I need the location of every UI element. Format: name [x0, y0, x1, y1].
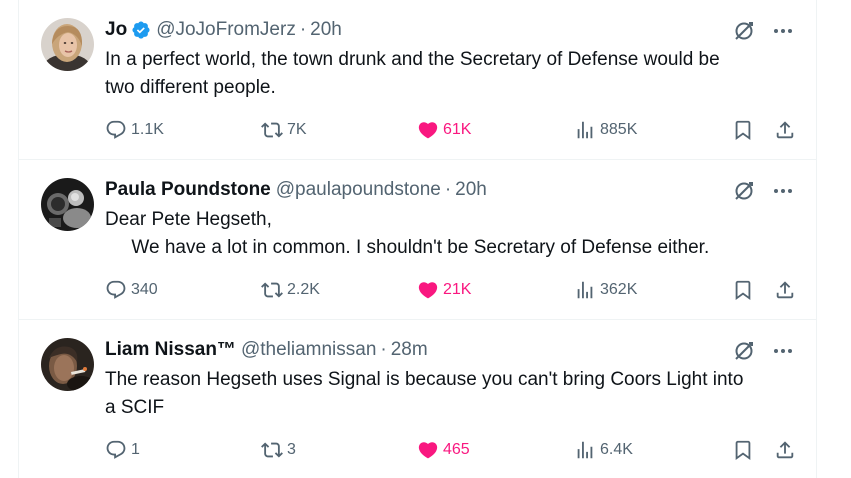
retweet-icon — [261, 122, 283, 138]
user-handle[interactable]: @JoJoFromJerz — [156, 18, 296, 42]
reply-icon — [106, 120, 126, 139]
retweet-icon — [261, 442, 283, 458]
share-button[interactable] — [774, 116, 796, 144]
display-name[interactable]: Liam Nissan™ — [105, 338, 236, 362]
grok-icon[interactable] — [733, 20, 755, 42]
user-handle[interactable]: @paulapoundstone — [276, 178, 441, 202]
heart-filled-icon — [418, 282, 438, 299]
avatar[interactable] — [41, 178, 94, 231]
like-count: 21K — [443, 281, 472, 298]
like-button[interactable]: 21K — [417, 276, 471, 304]
tweet[interactable]: Liam Nissan™ @theliamnissan · 28m The re… — [19, 320, 816, 478]
reply-icon — [106, 440, 126, 459]
user-handle[interactable]: @theliamnissan — [241, 338, 376, 362]
views-chart-icon — [577, 441, 593, 459]
avatar[interactable] — [41, 18, 94, 71]
share-icon — [776, 121, 794, 139]
reply-button[interactable]: 1.1K — [105, 116, 164, 144]
share-icon — [776, 281, 794, 299]
tweet-actions: 340 2.2K 21K 362K — [105, 276, 805, 304]
bookmark-icon — [735, 280, 751, 301]
bookmark-button[interactable] — [732, 116, 754, 144]
more-icon[interactable] — [772, 22, 794, 40]
views-count: 6.4K — [600, 441, 633, 458]
reply-count: 1 — [131, 441, 140, 458]
avatar[interactable] — [41, 338, 94, 391]
separator-dot: · — [380, 339, 387, 360]
retweet-count: 7K — [287, 121, 307, 138]
bookmark-button[interactable] — [732, 436, 754, 464]
tweet-actions: 1 3 465 6.4K — [105, 436, 805, 464]
views-button[interactable]: 362K — [574, 276, 637, 304]
tweet-header: Paula Poundstone @paulapoundstone · 20h — [105, 178, 487, 202]
like-count: 465 — [443, 441, 470, 458]
reply-button[interactable]: 340 — [105, 276, 158, 304]
retweet-button[interactable]: 2.2K — [261, 276, 320, 304]
tweet-header: Jo @JoJoFromJerz · 20h — [105, 18, 342, 42]
tweet-text: Dear Pete Hegseth, We have a lot in comm… — [105, 209, 710, 258]
display-name[interactable]: Paula Poundstone — [105, 178, 271, 202]
reply-count: 340 — [131, 281, 158, 298]
timestamp[interactable]: 20h — [455, 178, 487, 202]
views-count: 885K — [600, 121, 638, 138]
bookmark-button[interactable] — [732, 276, 754, 304]
tweet-text: In a perfect world, the town drunk and t… — [105, 49, 720, 98]
grok-icon[interactable] — [733, 180, 755, 202]
share-button[interactable] — [774, 436, 796, 464]
views-chart-icon — [577, 121, 593, 139]
reply-icon — [106, 280, 126, 299]
separator-dot: · — [299, 19, 307, 40]
tweet[interactable]: Jo @JoJoFromJerz · 20h In a perfect worl… — [19, 0, 816, 160]
retweet-count: 2.2K — [287, 281, 320, 298]
like-count: 61K — [443, 121, 472, 138]
views-count: 362K — [600, 281, 638, 298]
reply-count: 1.1K — [131, 121, 164, 138]
separator-dot: · — [444, 179, 452, 200]
verified-badge-icon — [131, 20, 151, 40]
retweet-button[interactable]: 3 — [261, 436, 296, 464]
like-button[interactable]: 61K — [417, 116, 471, 144]
tweet-actions: 1.1K 7K 61K 885K — [105, 116, 805, 144]
timestamp[interactable]: 20h — [310, 18, 342, 42]
heart-filled-icon — [418, 122, 438, 139]
reply-button[interactable]: 1 — [105, 436, 140, 464]
timeline-feed: Jo @JoJoFromJerz · 20h In a perfect worl… — [18, 0, 817, 478]
heart-filled-icon — [418, 442, 438, 459]
grok-icon[interactable] — [733, 340, 755, 362]
display-name[interactable]: Jo — [105, 18, 127, 42]
retweet-count: 3 — [287, 441, 296, 458]
retweet-icon — [261, 282, 283, 298]
bookmark-icon — [735, 120, 751, 141]
tweet-text: The reason Hegseth uses Signal is becaus… — [105, 369, 744, 418]
views-button[interactable]: 885K — [574, 116, 637, 144]
retweet-button[interactable]: 7K — [261, 116, 307, 144]
tweet-header: Liam Nissan™ @theliamnissan · 28m — [105, 338, 428, 362]
views-chart-icon — [577, 281, 593, 299]
more-icon[interactable] — [772, 182, 794, 200]
more-icon[interactable] — [772, 342, 794, 360]
bookmark-icon — [735, 440, 751, 461]
tweet[interactable]: Paula Poundstone @paulapoundstone · 20h … — [19, 160, 816, 320]
share-icon — [776, 441, 794, 459]
like-button[interactable]: 465 — [417, 436, 470, 464]
views-button[interactable]: 6.4K — [574, 436, 633, 464]
timestamp[interactable]: 28m — [391, 338, 428, 362]
share-button[interactable] — [774, 276, 796, 304]
